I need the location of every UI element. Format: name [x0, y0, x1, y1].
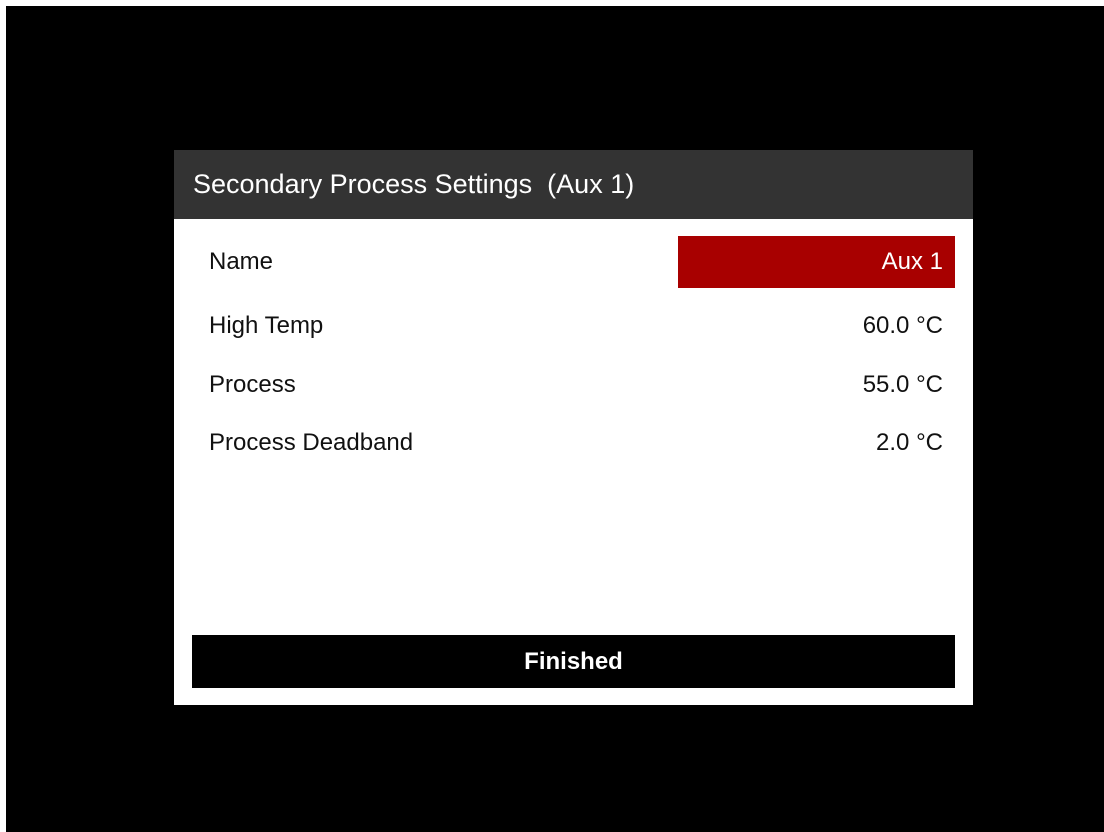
high-temp-value[interactable]: 60.0 °C [863, 300, 955, 352]
settings-dialog: Secondary Process Settings (Aux 1) Name … [174, 150, 973, 705]
process-deadband-value[interactable]: 2.0 °C [876, 417, 955, 469]
finished-button[interactable]: Finished [192, 635, 955, 688]
setting-row-process-deadband[interactable]: Process Deadband 2.0 °C [192, 417, 955, 469]
setting-label: Process [209, 371, 296, 398]
dialog-title: Secondary Process Settings (Aux 1) [174, 150, 973, 219]
setting-row-name[interactable]: Name Aux 1 [192, 236, 955, 288]
name-value-field[interactable]: Aux 1 [678, 236, 955, 288]
process-value[interactable]: 55.0 °C [863, 359, 955, 411]
screen: Secondary Process Settings (Aux 1) Name … [6, 6, 1104, 832]
setting-label: Process Deadband [209, 429, 414, 456]
setting-row-process[interactable]: Process 55.0 °C [192, 359, 955, 411]
setting-row-high-temp[interactable]: High Temp 60.0 °C [192, 300, 955, 352]
setting-label: Name [209, 248, 274, 275]
setting-label: High Temp [209, 312, 324, 339]
